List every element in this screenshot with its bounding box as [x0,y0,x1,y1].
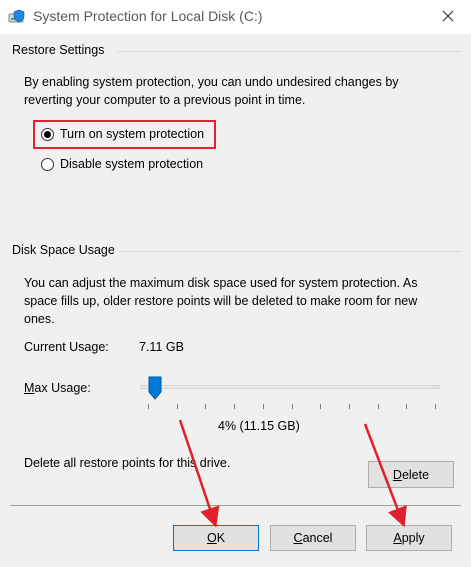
title-bar: System Protection for Local Disk (C:) [0,0,471,34]
cancel-button[interactable]: Cancel [270,525,356,551]
current-usage-value: 7.11 GB [139,340,184,354]
cancel-button-label: Cancel [293,531,333,545]
apply-button-label: Apply [393,531,425,545]
current-usage-label: Current Usage: [24,340,109,354]
radio-turn-on[interactable] [41,128,54,141]
close-button[interactable] [425,0,471,34]
disk-usage-divider [119,251,461,252]
max-usage-slider-track[interactable] [140,385,440,389]
radio-disable[interactable] [41,158,54,171]
bottom-separator [10,505,461,506]
radio-disable-label[interactable]: Disable system protection [60,157,203,171]
delete-description: Delete all restore points for this drive… [24,456,231,470]
restore-settings-divider [117,51,461,52]
radio-selected-dot [44,131,51,138]
max-usage-slider-thumb[interactable] [148,376,162,400]
max-usage-label: Max Usage: [24,381,91,395]
delete-button-label: Delete [392,467,430,482]
apply-button[interactable]: Apply [366,525,452,551]
slider-ticks [148,404,436,409]
close-icon [442,10,454,25]
delete-button[interactable]: Delete [368,461,454,488]
window-title: System Protection for Local Disk (C:) [33,8,263,24]
disk-usage-header: Disk Space Usage [12,243,115,257]
restore-settings-header: Restore Settings [12,43,105,57]
ok-button-label: OK [206,531,226,545]
radio-turn-on-label[interactable]: Turn on system protection [60,127,204,141]
disk-description: You can adjust the maximum disk space us… [24,276,418,326]
drive-shield-icon [8,9,26,25]
max-usage-value: 4% (11.15 GB) [218,419,300,433]
restore-description: By enabling system protection, you can u… [24,75,399,107]
ok-button[interactable]: OK [173,525,259,551]
